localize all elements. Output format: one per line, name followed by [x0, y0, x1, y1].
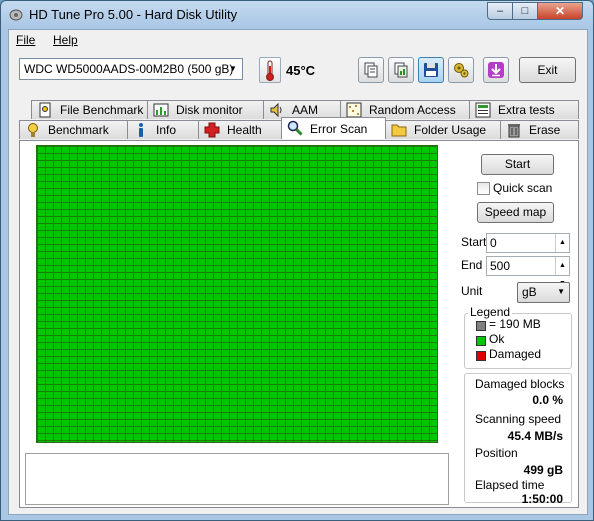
speed-map-button[interactable]: Speed map [477, 202, 554, 223]
legend-swatch-ok [476, 336, 486, 346]
speaker-icon [270, 102, 282, 118]
copy-screenshot-icon [394, 62, 408, 78]
health-cross-icon [204, 122, 220, 138]
tab-info[interactable]: Info [127, 120, 199, 139]
app-icon [9, 9, 23, 21]
info-icon [139, 123, 143, 137]
random-access-icon [346, 102, 362, 118]
floppy-disk-icon [424, 63, 438, 77]
menu-help-label: Help [53, 33, 78, 47]
save-down-button[interactable] [483, 57, 509, 83]
legend-item-damaged: Damaged [489, 347, 542, 361]
magnifier-icon [287, 120, 303, 136]
tab-file-benchmark-label: File Benchmark [60, 103, 144, 117]
legend-item-ok: Ok [489, 332, 505, 346]
tab-benchmark-label: Benchmark [48, 123, 109, 137]
disk-monitor-icon [153, 103, 169, 117]
menu-file-label: File [16, 33, 36, 47]
thermometer-button[interactable] [259, 57, 281, 83]
file-benchmark-icon [39, 102, 51, 118]
start-field-value: 0 [490, 236, 497, 250]
elapsed-time-value: 1:50:00 [521, 492, 563, 506]
tab-health-label: Health [227, 123, 262, 137]
drive-select-value: WDC WD5000AADS-00M2B0 (500 gB) [24, 62, 234, 76]
close-button[interactable]: ✕ [537, 2, 583, 20]
position-label: Position [475, 446, 518, 460]
scanning-speed-label: Scanning speed [475, 412, 562, 426]
tab-folder-usage[interactable]: Folder Usage [385, 120, 501, 139]
error-scan-panel: Start Quick scan Speed map Start 0 ▲▼ En… [19, 140, 579, 508]
quick-scan-label: Quick scan [493, 181, 553, 195]
tab-disk-monitor-label: Disk monitor [176, 103, 243, 117]
minimize-icon: – [496, 5, 504, 17]
tab-erase-label: Erase [529, 123, 561, 137]
exit-label: Exit [537, 63, 558, 77]
scan-log[interactable] [25, 453, 449, 505]
stats-box: Damaged blocks 0.0 % Scanning speed 45.4… [464, 373, 572, 506]
gears-icon [454, 63, 469, 78]
speed-map-label: Speed map [484, 205, 547, 219]
tab-file-benchmark[interactable]: File Benchmark [31, 100, 148, 119]
quick-scan-checkbox[interactable] [477, 182, 490, 195]
chevron-down-icon: ▼ [557, 287, 565, 296]
damaged-blocks-label: Damaged blocks [475, 377, 565, 391]
start-field[interactable]: 0 ▲▼ [486, 233, 570, 264]
folder-icon [391, 124, 407, 137]
end-spinner[interactable]: ▲▼ [555, 257, 569, 287]
end-field[interactable]: 500 ▲▼ [486, 256, 570, 287]
title-bar[interactable]: HD Tune Pro 5.00 - Hard Disk Utility – □… [1, 1, 593, 29]
copy-text-button[interactable] [358, 57, 384, 83]
minimize-button[interactable]: – [487, 2, 513, 20]
thermometer-icon [266, 60, 274, 81]
unit-select-value: gB [522, 285, 537, 299]
tab-erase[interactable]: Erase [500, 120, 579, 139]
app-window: HD Tune Pro 5.00 - Hard Disk Utility – □… [0, 0, 594, 521]
unit-label: Unit [461, 284, 483, 298]
download-arrow-icon [488, 62, 504, 78]
damaged-blocks-value: 0.0 % [532, 393, 563, 407]
tab-extra-tests-label: Extra tests [498, 103, 555, 117]
menu-file[interactable]: File [16, 33, 35, 47]
temperature-value: 45°C [286, 63, 316, 78]
tab-disk-monitor[interactable]: Disk monitor [147, 100, 264, 119]
tab-health[interactable]: Health [198, 120, 282, 139]
start-scan-button[interactable]: Start [481, 154, 554, 175]
tab-info-label: Info [156, 123, 177, 137]
end-field-label: End [461, 258, 483, 272]
maximize-button[interactable]: □ [512, 2, 538, 20]
client-area: File Help WDC WD5000AADS-00M2B0 (500 gB)… [8, 29, 588, 515]
menu-bar: File Help [9, 30, 587, 50]
benchmark-icon [28, 123, 38, 137]
scanning-speed-value: 45.4 MB/s [507, 429, 563, 443]
start-scan-label: Start [504, 157, 531, 171]
tab-error-scan-label: Error Scan [310, 122, 368, 136]
drive-select[interactable]: WDC WD5000AADS-00M2B0 (500 gB) ▼ [19, 58, 243, 80]
copy-icon [364, 62, 378, 78]
copy-screenshot-button[interactable] [388, 57, 414, 83]
chevron-down-icon: ▼ [229, 64, 237, 73]
tab-extra-tests[interactable]: Extra tests [469, 100, 579, 119]
tab-folder-usage-label: Folder Usage [414, 123, 487, 137]
window-title: HD Tune Pro 5.00 - Hard Disk Utility [29, 7, 238, 22]
position-value: 499 gB [523, 463, 563, 477]
trash-icon [508, 124, 520, 138]
start-field-label: Start [461, 235, 487, 249]
exit-button[interactable]: Exit [519, 57, 576, 83]
save-button[interactable] [418, 57, 444, 83]
legend-swatch-block [476, 321, 486, 331]
end-field-value: 500 [490, 259, 511, 273]
tab-benchmark[interactable]: Benchmark [19, 120, 128, 139]
close-icon: ✕ [554, 4, 566, 18]
tab-error-scan[interactable]: Error Scan [281, 117, 386, 139]
maximize-icon: □ [521, 5, 529, 17]
menu-help[interactable]: Help [53, 33, 78, 47]
legend-swatch-damaged [476, 351, 486, 361]
options-button[interactable] [448, 57, 474, 83]
start-spinner[interactable]: ▲▼ [555, 234, 569, 264]
unit-select[interactable]: gB ▼ [517, 282, 570, 303]
extra-tests-icon [475, 102, 491, 118]
elapsed-time-label: Elapsed time [475, 478, 545, 492]
scan-block-map [36, 145, 438, 443]
legend-item-block: = 190 MB [489, 317, 541, 331]
